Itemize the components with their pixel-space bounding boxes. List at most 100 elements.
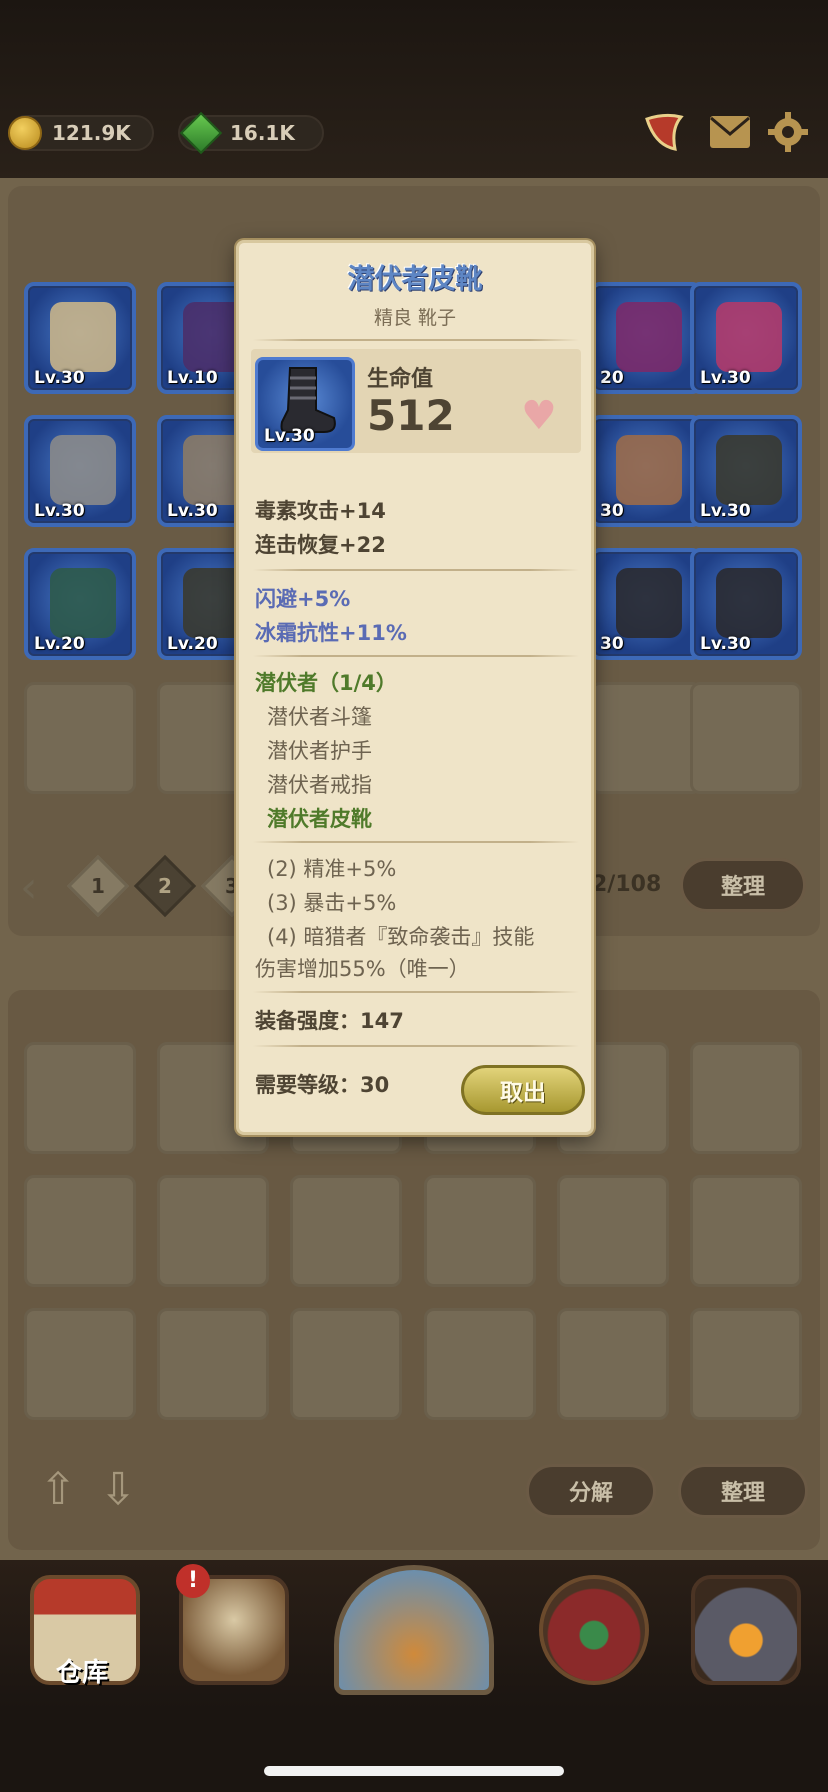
gear-power: 装备强度：147	[255, 1009, 404, 1033]
bag-slot-empty[interactable]	[157, 1175, 269, 1287]
set-bonus-continued: 伤害增加55%（唯一）	[255, 957, 470, 981]
storage-item-boots[interactable]: Lv.30	[690, 548, 802, 660]
boots-icon	[616, 568, 682, 638]
bag-slot-empty[interactable]	[690, 1175, 802, 1287]
set-bonus: (3) 暴击+5%	[267, 891, 397, 915]
divider	[253, 1045, 579, 1047]
main-stat-box: Lv.30 生命值 512 ♥	[251, 349, 581, 453]
emblem-icon	[539, 1575, 649, 1685]
gauntlet-icon	[50, 568, 116, 638]
amulet-icon	[716, 302, 782, 372]
bag-slot-empty[interactable]	[690, 1042, 802, 1154]
home-indicator[interactable]	[264, 1766, 564, 1776]
nav-tab-equipment[interactable]	[524, 1560, 664, 1700]
item-level-label: Lv.20	[34, 634, 85, 654]
storage-item-armor[interactable]: Lv.30	[24, 415, 136, 527]
gem-counter[interactable]: 16.1K	[178, 111, 324, 155]
storage-slot-empty[interactable]	[690, 682, 802, 794]
gold-coin-icon	[8, 116, 42, 150]
armor-icon	[50, 435, 116, 505]
settings-gear-icon[interactable]	[764, 108, 812, 156]
nav-tab-warehouse[interactable]: 仓库	[10, 1560, 160, 1700]
main-stat-label: 生命值	[367, 367, 434, 392]
bag-slot-empty[interactable]	[557, 1175, 669, 1287]
gem-icon	[179, 111, 223, 155]
hat-icon	[616, 302, 682, 372]
nav-warehouse-label: 仓库	[56, 1658, 109, 1688]
bag-slot-empty[interactable]	[24, 1175, 136, 1287]
divider	[253, 991, 579, 993]
storage-item-gloves[interactable]: Lv.30	[690, 415, 802, 527]
item-level-label: 20	[600, 368, 624, 388]
decompose-button[interactable]: 分解	[526, 1464, 656, 1518]
storage-item-hat[interactable]: 20	[590, 282, 702, 394]
nav-tab-adventure[interactable]	[318, 1560, 510, 1700]
storage-item-gauntlet[interactable]: Lv.20	[24, 548, 136, 660]
take-out-button[interactable]: 取出	[461, 1065, 585, 1115]
item-level-label: Lv.30	[700, 368, 751, 388]
item-level-label: 30	[600, 634, 624, 654]
set-bonus: (4) 暗猎者『致命袭击』技能	[267, 925, 535, 949]
bag-slot-empty[interactable]	[690, 1308, 802, 1420]
forge-pot-icon	[691, 1575, 801, 1685]
item-quality-type: 精良 靴子	[373, 307, 457, 329]
storage-item-mask[interactable]: 30	[590, 415, 702, 527]
storage-capacity-counter: 2/108	[592, 872, 662, 897]
item-level-label: Lv.10	[167, 368, 218, 388]
divider	[253, 339, 579, 341]
bag-slot-empty[interactable]	[557, 1308, 669, 1420]
dagger-icon	[50, 302, 116, 372]
bag-slot-empty[interactable]	[290, 1175, 402, 1287]
bag-sort-button[interactable]: 整理	[678, 1464, 808, 1518]
storage-slot-empty[interactable]	[24, 682, 136, 794]
bag-slot-empty[interactable]	[24, 1308, 136, 1420]
mail-icon[interactable]	[706, 108, 754, 156]
required-level: 需要等级：30	[255, 1073, 390, 1097]
stat-frost-resist: 冰霜抗性+11%	[255, 621, 407, 645]
gold-counter[interactable]: 121.9K	[8, 115, 154, 151]
set-piece-owned: 潜伏者皮靴	[267, 807, 372, 831]
arrow-up-icon[interactable]: ⇧	[34, 1466, 82, 1514]
adventure-portal-icon	[334, 1565, 494, 1695]
item-level-label: Lv.20	[167, 634, 218, 654]
arrow-down-icon[interactable]: ⇩	[94, 1466, 142, 1514]
heart-icon: ♥	[521, 393, 557, 439]
item-thumbnail: Lv.30	[255, 357, 355, 451]
set-piece: 潜伏者护手	[267, 739, 372, 763]
stat-dodge: 闪避+5%	[255, 587, 351, 611]
stat-combo-recovery: 连击恢复+22	[255, 533, 386, 557]
divider	[253, 569, 579, 571]
gem-amount: 16.1K	[230, 121, 295, 145]
divider	[253, 655, 579, 657]
nav-tab-tavern[interactable]: !	[164, 1560, 304, 1700]
horn-icon[interactable]	[640, 108, 688, 156]
storage-item-amulet[interactable]: Lv.30	[690, 282, 802, 394]
bag-slot-empty[interactable]	[424, 1175, 536, 1287]
bag-slot-empty[interactable]	[157, 1308, 269, 1420]
bag-slot-empty[interactable]	[24, 1042, 136, 1154]
set-bonus: (2) 精准+5%	[267, 857, 397, 881]
storage-item-dagger[interactable]: Lv.30	[24, 282, 136, 394]
item-level-label: Lv.30	[34, 368, 85, 388]
prev-page-arrow-icon[interactable]: ‹	[20, 862, 38, 913]
set-title: 潜伏者（1/4）	[255, 671, 397, 695]
item-level-label: Lv.30	[700, 634, 751, 654]
set-piece: 潜伏者斗篷	[267, 705, 372, 729]
storage-item-boots[interactable]: 30	[590, 548, 702, 660]
alert-badge: !	[176, 1564, 210, 1598]
bag-slot-empty[interactable]	[290, 1308, 402, 1420]
top-bar	[0, 0, 828, 180]
storage-sort-button[interactable]: 整理	[680, 858, 806, 912]
item-level-label: 30	[600, 501, 624, 521]
storage-slot-empty[interactable]	[590, 682, 702, 794]
main-stat-value: 512	[367, 391, 455, 440]
nav-tab-forge[interactable]	[676, 1560, 816, 1700]
bag-slot-empty[interactable]	[424, 1308, 536, 1420]
gloves-icon	[716, 435, 782, 505]
item-level-label: Lv.30	[700, 501, 751, 521]
stat-poison-attack: 毒素攻击+14	[255, 499, 386, 523]
set-piece: 潜伏者戒指	[267, 773, 372, 797]
divider	[253, 841, 579, 843]
boots-icon	[716, 568, 782, 638]
gold-amount: 121.9K	[52, 121, 131, 145]
